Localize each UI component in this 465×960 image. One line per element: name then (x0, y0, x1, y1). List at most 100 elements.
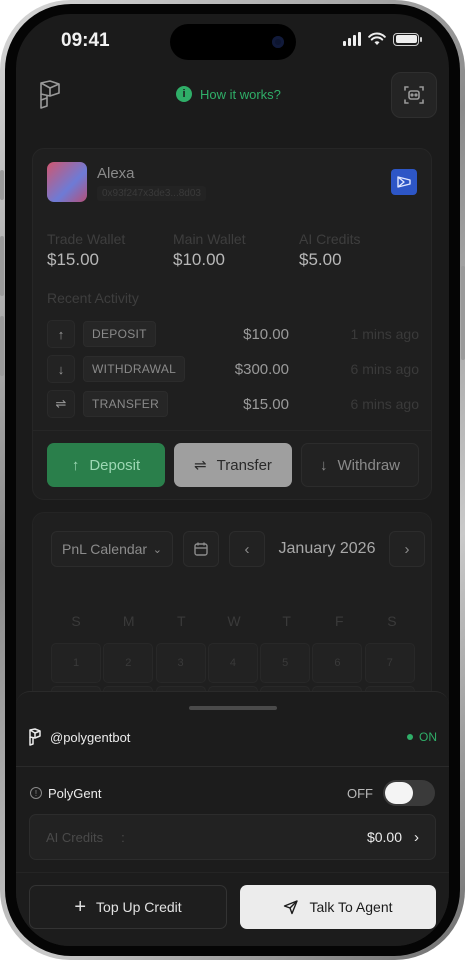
activity-time: 1 mins ago (350, 326, 419, 342)
next-month-button[interactable]: › (389, 531, 425, 567)
arrow-down-icon: ↓ (319, 456, 328, 474)
bot-status-badge: ON (407, 730, 437, 744)
calendar-day[interactable]: 6 (312, 643, 363, 683)
activity-time: 6 mins ago (350, 396, 419, 412)
calendar-icon (194, 542, 208, 556)
chevron-right-icon: › (414, 828, 419, 846)
calendar-day[interactable]: 4 (207, 643, 258, 683)
bot-status-label: ON (419, 730, 437, 744)
calendar-type-label: PnL Calendar (62, 541, 148, 557)
app-logo (38, 80, 62, 115)
activity-type: DEPOSIT (83, 321, 156, 347)
weekday-label: F (335, 613, 344, 629)
bot-button[interactable] (391, 72, 437, 118)
bot-connection-row: @polygentbot ON (28, 720, 437, 754)
chevron-right-icon: › (404, 540, 410, 558)
send-icon (284, 900, 299, 915)
chevron-left-icon: ‹ (244, 540, 250, 558)
wifi-icon (368, 32, 386, 45)
network-icon (397, 176, 411, 188)
cellular-signal-icon (343, 32, 361, 46)
network-badge[interactable] (391, 169, 417, 195)
chevron-down-icon: ⌄ (152, 543, 162, 556)
ai-credits-balance: AI Credits $5.00 (299, 231, 419, 270)
plus-icon: + (74, 896, 87, 918)
weekday-label: T (282, 613, 291, 629)
robot-icon (404, 86, 424, 104)
how-it-works-link[interactable]: i How it works? (176, 86, 281, 102)
front-camera (272, 36, 284, 48)
calendar-day[interactable]: 7 (364, 643, 415, 683)
trade-wallet-balance: Trade Wallet $15.00 (47, 231, 167, 270)
agent-toggle-group: OFF (347, 780, 435, 806)
credits-value: $0.00 (366, 829, 402, 845)
transfer-label: Transfer (216, 456, 272, 474)
calendar-day[interactable]: 5 (260, 643, 311, 683)
balance-summary: Trade Wallet $15.00 Main Wallet $10.00 A… (47, 231, 419, 270)
calendar-day[interactable]: 1 (51, 643, 101, 683)
agent-identity: ! PolyGent (30, 786, 101, 801)
agent-toggle-row: ! PolyGent OFF (30, 780, 435, 806)
current-month: January 2026 (278, 540, 376, 557)
phone-action-button (0, 170, 4, 200)
activity-row[interactable]: ↓ WITHDRAWAL $300.00 6 mins ago (47, 355, 419, 383)
credits-label: AI Credits (46, 829, 104, 845)
phone-volume-up-button (0, 236, 4, 296)
info-icon[interactable]: ! (30, 787, 42, 799)
talk-label: Talk To Agent (309, 899, 393, 915)
phone-power-button (461, 266, 465, 360)
calendar-type-select[interactable]: PnL Calendar ⌄ (51, 531, 173, 567)
bot-handle: @polygentbot (50, 729, 131, 745)
deposit-label: Deposit (89, 456, 141, 474)
wallet-actions: ↑ Deposit ⇌ Transfer ↓ Withdraw (47, 443, 419, 487)
calendar-controls: PnL Calendar ⌄ ‹ January 2026 › (51, 531, 425, 567)
balance-value: $5.00 (299, 250, 342, 269)
activity-type: WITHDRAWAL (83, 356, 186, 382)
wallet-card: Alexa 0x93f247x3de3...8d03 Trade Wallet … (32, 148, 432, 500)
weekday-label: S (387, 613, 397, 629)
weekday-label: S (71, 613, 81, 629)
activity-amount: $300.00 (234, 360, 289, 378)
status-icons (343, 32, 422, 46)
withdraw-button[interactable]: ↓ Withdraw (301, 443, 419, 487)
arrow-up-icon: ↑ (47, 320, 75, 348)
transfer-button[interactable]: ⇌ Transfer (174, 443, 292, 487)
avatar[interactable] (47, 162, 87, 202)
prev-month-button[interactable]: ‹ (229, 531, 265, 567)
how-it-works-label: How it works? (200, 86, 281, 102)
top-up-label: Top Up Credit (96, 899, 182, 915)
main-wallet-balance: Main Wallet $10.00 (173, 231, 293, 270)
date-picker-button[interactable] (183, 531, 219, 567)
ai-credits-row[interactable]: AI Credits : $0.00 › (29, 814, 436, 860)
swap-icon: ⇌ (47, 390, 75, 418)
bot-identity: @polygentbot (28, 728, 130, 746)
agent-toggle[interactable] (383, 780, 435, 806)
agent-name: PolyGent (48, 785, 102, 801)
activity-amount: $15.00 (243, 395, 289, 413)
agent-bottom-sheet: @polygentbot ON ! PolyGent OFF AI Credit… (16, 691, 449, 946)
balance-value: $15.00 (47, 250, 99, 269)
phone-volume-down-button (0, 316, 4, 376)
activity-row[interactable]: ↑ DEPOSIT $10.00 1 mins ago (47, 320, 419, 348)
sheet-drag-handle[interactable] (189, 706, 277, 710)
activity-row[interactable]: ⇌ TRANSFER $15.00 6 mins ago (47, 390, 419, 418)
credits-separator: : (121, 829, 125, 845)
polygent-logo-icon (29, 728, 41, 746)
balance-label: Trade Wallet (47, 231, 126, 247)
talk-to-agent-button[interactable]: Talk To Agent (240, 885, 436, 929)
balance-label: AI Credits (299, 231, 361, 247)
agent-toggle-label: OFF (347, 785, 373, 801)
weekday-label: T (177, 613, 186, 629)
calendar-day[interactable]: 3 (155, 643, 206, 683)
top-up-credit-button[interactable]: + Top Up Credit (29, 885, 227, 929)
app-screen: 09:41 i How it works? Alexa 0x93f247x3de… (16, 14, 449, 946)
status-time: 09:41 (61, 30, 110, 51)
activity-time: 6 mins ago (350, 361, 419, 377)
status-dot-icon (407, 734, 413, 740)
weekday-label: W (227, 613, 241, 629)
arrow-down-icon: ↓ (47, 355, 75, 383)
calendar-day[interactable]: 2 (103, 643, 154, 683)
wallet-address[interactable]: 0x93f247x3de3...8d03 (97, 186, 206, 201)
sheet-actions: + Top Up Credit Talk To Agent (29, 885, 436, 929)
deposit-button[interactable]: ↑ Deposit (47, 443, 165, 487)
